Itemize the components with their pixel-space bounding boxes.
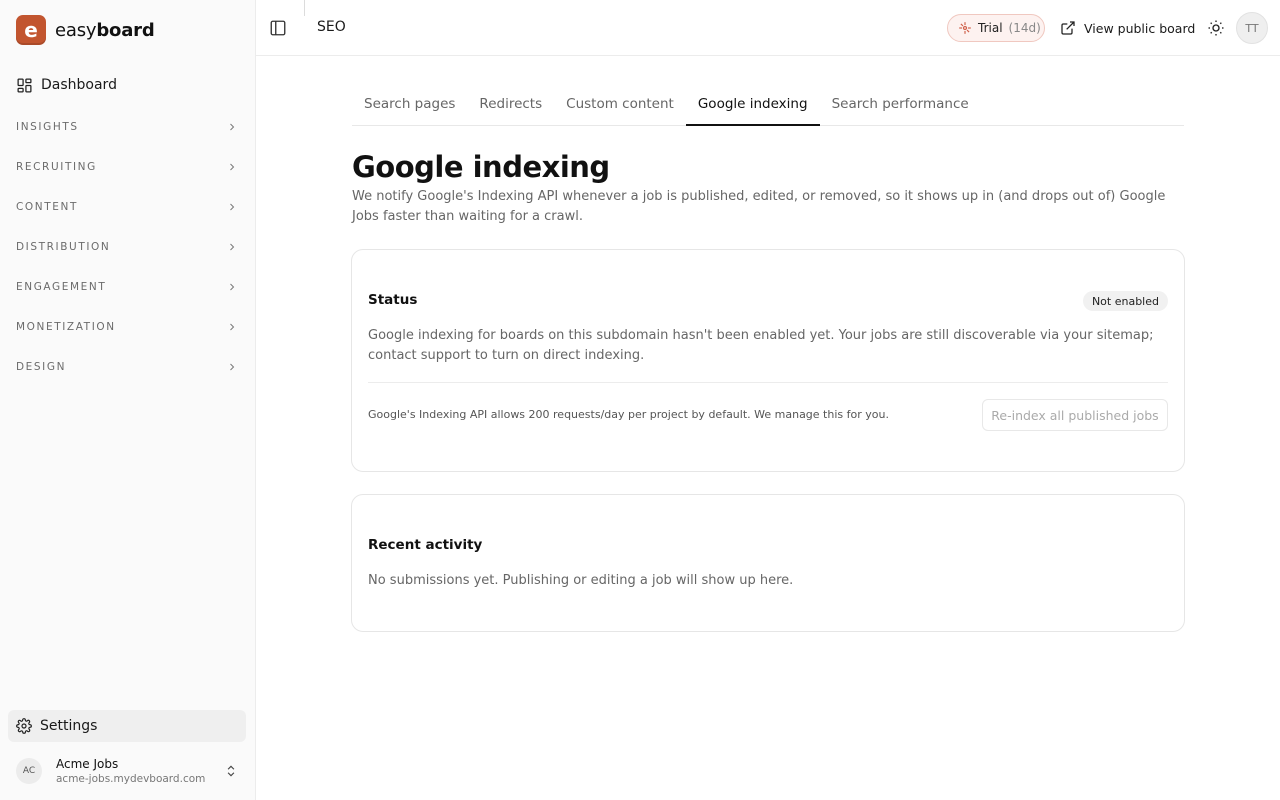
chevron-up-down-icon [227, 765, 235, 777]
brand-name-bold: board [96, 19, 155, 41]
recent-activity-heading: Recent activity [368, 537, 483, 553]
tab-redirects[interactable]: Redirects [467, 86, 554, 126]
divider [368, 382, 1168, 383]
tab-search-pages[interactable]: Search pages [352, 86, 467, 126]
chevron-right-icon [230, 323, 235, 331]
sidebar-section-insights[interactable]: INSIGHTS [0, 107, 256, 147]
sun-icon[interactable] [1207, 19, 1225, 37]
trial-label: Trial [978, 21, 1003, 35]
sidebar-section-label: MONETIZATION [16, 321, 116, 333]
account-domain: acme-jobs.mydevboard.com [56, 772, 206, 785]
sidebar-section-label: DESIGN [16, 361, 67, 373]
sidebar-section-engagement[interactable]: ENGAGEMENT [0, 267, 256, 307]
status-description: Google indexing for boards on this subdo… [368, 328, 1154, 363]
trial-days: (14d) [1008, 21, 1041, 35]
sidebar-section-design[interactable]: DESIGN [0, 347, 256, 387]
view-public-board-link[interactable]: View public board [1060, 17, 1195, 39]
page-description: We notify Google's Indexing API whenever… [352, 189, 1166, 224]
sidebar-section-label: DISTRIBUTION [16, 241, 111, 253]
account-info: Acme Jobs acme-jobs.mydevboard.com [56, 757, 224, 786]
status-badge: Not enabled [1082, 291, 1168, 311]
external-link-icon [1061, 21, 1075, 35]
chevron-right-icon [230, 123, 235, 131]
recent-activity-card: Recent activity No submissions yet. Publ… [351, 494, 1185, 632]
brand-logo: e [16, 15, 46, 45]
chevron-right-icon [230, 203, 235, 211]
recent-activity-empty-text: No submissions yet. Publishing or editin… [368, 573, 794, 588]
quota-note: Google's Indexing API allows 200 request… [368, 408, 889, 421]
page-title: Google indexing [352, 150, 610, 184]
sidebar-item-dashboard[interactable]: Dashboard [8, 70, 246, 100]
reindex-all-button[interactable]: Re-index all published jobs [982, 399, 1168, 431]
sidebar-section-label: RECRUITING [16, 161, 97, 173]
tab-search-performance[interactable]: Search performance [820, 86, 981, 126]
divider [304, 0, 305, 16]
account-name: Acme Jobs [56, 756, 119, 771]
sidebar-section-label: INSIGHTS [16, 121, 79, 133]
sidebar-item-label: Settings [40, 718, 98, 734]
brand-name: easyboard [55, 20, 155, 41]
sparkle-icon [959, 22, 971, 34]
chevron-right-icon [230, 283, 235, 291]
tab-google-indexing[interactable]: Google indexing [685, 86, 820, 126]
sidebar-section-label: CONTENT [16, 201, 78, 213]
sidebar-section-recruiting[interactable]: RECRUITING [0, 147, 256, 187]
sidebar-section-monetization[interactable]: MONETIZATION [0, 307, 256, 347]
brand[interactable]: e easyboard [16, 15, 155, 45]
chevron-right-icon [230, 363, 235, 371]
dashboard-icon [17, 77, 32, 93]
sidebar-toggle-icon[interactable] [269, 19, 287, 37]
topbar: SEO Trial (14d) View public board TT [256, 0, 1280, 56]
status-card: Status Not enabled Google indexing for b… [351, 249, 1185, 472]
sidebar-section-distribution[interactable]: DISTRIBUTION [0, 227, 256, 267]
sidebar-sections: INSIGHTS RECRUITING CONTENT DISTRIBUTION… [0, 107, 256, 387]
brand-name-light: easy [55, 19, 97, 41]
sidebar: e easyboard Dashboard INSIGHTS RECRUITIN… [0, 0, 256, 800]
seo-tabs: Search pages Redirects Custom content Go… [352, 86, 1184, 126]
sidebar-item-label: Dashboard [41, 77, 117, 93]
trial-badge[interactable]: Trial (14d) [947, 14, 1045, 42]
tab-custom-content[interactable]: Custom content [554, 86, 686, 126]
account-avatar: AC [16, 758, 42, 784]
gear-icon [16, 718, 32, 734]
sidebar-section-content[interactable]: CONTENT [0, 187, 256, 227]
breadcrumb: SEO [317, 19, 346, 35]
status-heading: Status [368, 292, 418, 308]
account-switcher[interactable]: AC Acme Jobs acme-jobs.mydevboard.com [8, 752, 246, 790]
view-public-board-label: View public board [1084, 20, 1196, 36]
user-avatar[interactable]: TT [1236, 12, 1268, 44]
chevron-right-icon [230, 163, 235, 171]
chevron-right-icon [230, 243, 235, 251]
sidebar-item-settings[interactable]: Settings [8, 710, 246, 742]
sidebar-section-label: ENGAGEMENT [16, 281, 107, 293]
